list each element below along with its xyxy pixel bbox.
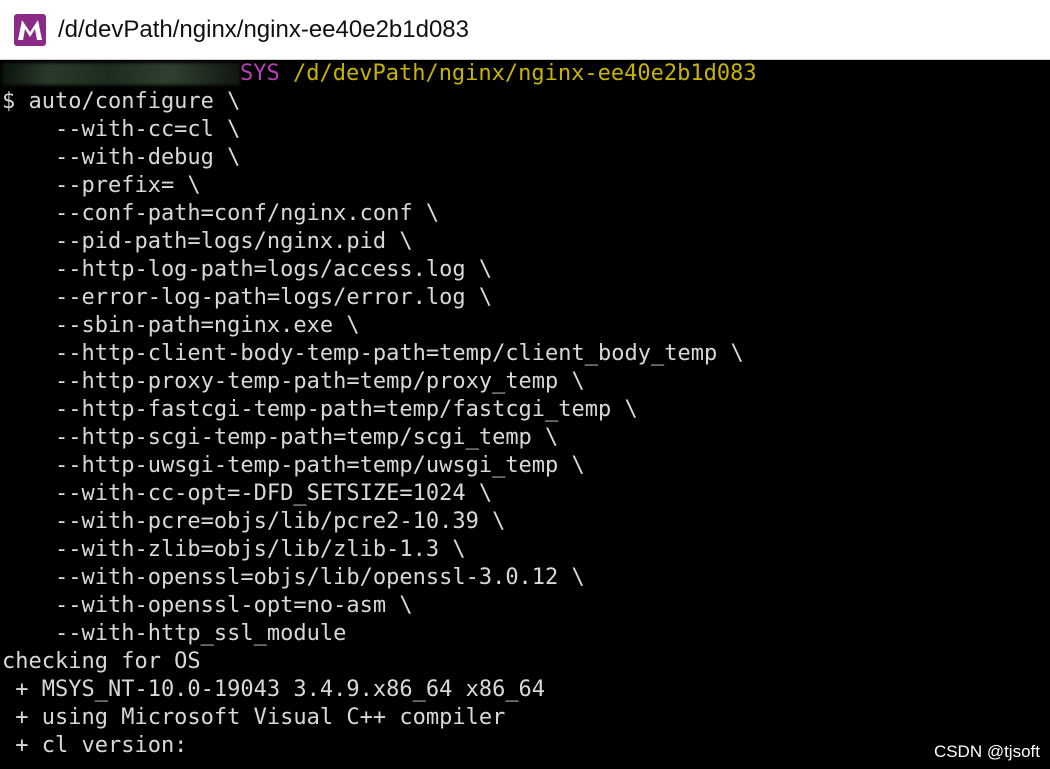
terminal-line: --http-fastcgi-temp-path=temp/fastcgi_te… [2,397,638,422]
terminal-line: $ auto/configure \ [2,89,241,114]
terminal-line: --error-log-path=logs/error.log \ [2,285,493,310]
terminal-line: + using Microsoft Visual C++ compiler [2,705,506,730]
watermark: CSDN @tjsoft [929,741,1044,763]
m-logo-glyph [18,19,42,40]
terminal-line: --http-proxy-temp-path=temp/proxy_temp \ [2,369,585,394]
terminal-line: + cl version: [2,733,188,758]
terminal-line: --with-openssl=objs/lib/openssl-3.0.12 \ [2,565,585,590]
terminal-output[interactable]: SYS /d/devPath/nginx/nginx-ee40e2b1d083 … [0,60,1050,769]
prompt-system: SYS [240,61,280,86]
terminal-line: --with-pcre=objs/lib/pcre2-10.39 \ [2,509,506,534]
terminal-line: --conf-path=conf/nginx.conf \ [2,201,440,226]
terminal-line: --pid-path=logs/nginx.pid \ [2,229,413,254]
terminal-line: checking for OS [2,649,201,674]
terminal-line: --sbin-path=nginx.exe \ [2,313,360,338]
shell-prompt: SYS /d/devPath/nginx/nginx-ee40e2b1d083 [2,60,757,88]
terminal-line: --http-log-path=logs/access.log \ [2,257,493,282]
terminal-line: --http-client-body-temp-path=temp/client… [2,341,744,366]
prompt-path: /d/devPath/nginx/nginx-ee40e2b1d083 [279,61,757,86]
terminal-line: + MSYS_NT-10.0-19043 3.4.9.x86_64 x86_64 [2,677,546,702]
terminal-line: --with-zlib=objs/lib/zlib-1.3 \ [2,537,466,562]
terminal-line: --http-scgi-temp-path=temp/scgi_temp \ [2,425,559,450]
terminal-line: --with-cc=cl \ [2,117,241,142]
window-title: /d/devPath/nginx/nginx-ee40e2b1d083 [58,15,469,43]
terminal-line: --http-uwsgi-temp-path=temp/uwsgi_temp \ [2,453,585,478]
window-titlebar: /d/devPath/nginx/nginx-ee40e2b1d083 [0,0,1050,60]
terminal-line: --with-debug \ [2,145,241,170]
terminal-line: --with-http_ssl_module [2,621,347,646]
terminal-line: --prefix= \ [2,173,201,198]
terminal-line: --with-openssl-opt=no-asm \ [2,593,413,618]
mintty-icon[interactable] [14,13,46,46]
terminal-line: --with-cc-opt=-DFD_SETSIZE=1024 \ [2,481,493,506]
redacted-username [2,63,240,85]
